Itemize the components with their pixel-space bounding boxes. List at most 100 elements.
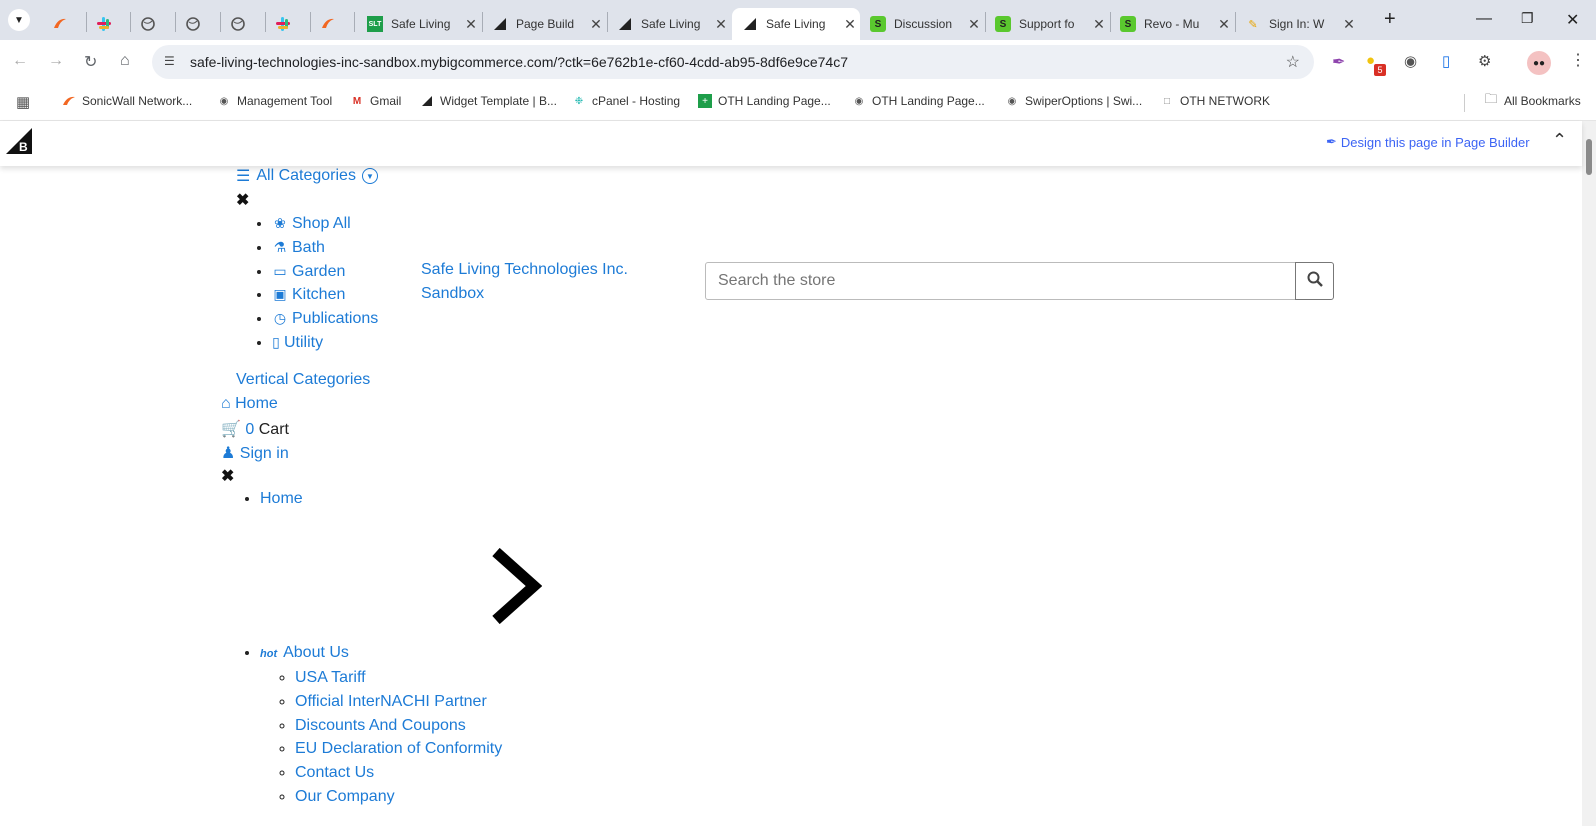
list-item[interactable]: Discounts And Coupons [295,714,502,738]
about-submenu: USA Tariff Official InterNACHI Partner D… [277,666,502,809]
reload-icon[interactable]: ↻ [84,52,97,72]
home-icon[interactable]: ⌂ [120,52,130,70]
tab-14[interactable]: S Revo - Mu ✕ [1110,8,1234,40]
store-name-link[interactable]: Safe Living Technologies Inc. Sandbox [421,258,651,306]
list-item[interactable]: Home [260,487,303,511]
browser-menu-icon[interactable]: ⋮ [1570,50,1586,70]
collapse-chevron-icon[interactable]: ⌃ [1552,130,1567,151]
tab-2[interactable] [86,8,126,40]
all-bookmarks-button[interactable]: 🗀 All Bookmarks [1484,91,1580,108]
list-item[interactable]: Our Company [295,785,502,809]
list-item[interactable]: ⚗Bath [272,236,378,260]
bigcommerce-icon [742,16,758,32]
restore-button[interactable]: ❐ [1521,10,1534,27]
close-icon[interactable]: ✕ [840,16,860,33]
close-icon[interactable]: ✕ [586,16,606,33]
page-scrollbar[interactable] [1582,121,1596,826]
tab-7[interactable] [310,8,350,40]
avatar[interactable]: ●● [1527,51,1551,75]
close-icon[interactable]: ✕ [964,16,984,33]
bookmark-item[interactable]: ◉ OTH Landing Page... [852,94,985,108]
close-icon[interactable]: ✖ [221,466,234,486]
folder-icon: 🗀 [1484,91,1498,106]
close-icon[interactable]: ✕ [711,16,731,33]
extension-feather-icon[interactable]: ✒ [1332,52,1345,72]
about-us-link[interactable]: About Us [283,644,349,661]
vertical-categories-link[interactable]: Vertical Categories [236,371,370,389]
window-close-button[interactable]: ✕ [1566,10,1579,30]
tab-8[interactable]: SLT Safe Living ✕ [357,8,481,40]
list-item[interactable]: Official InterNACHI Partner [295,690,502,714]
globe-icon [185,16,201,32]
phone-extension-icon[interactable]: ▯ [1442,52,1450,70]
tab-15[interactable]: ✎ Sign In: W ✕ [1235,8,1359,40]
scrollbar-thumb[interactable] [1586,139,1592,175]
bookmark-item[interactable]: SonicWall Network... [62,94,192,108]
cutlery-icon: ⚗ [273,238,287,255]
apps-grid-icon[interactable]: ▦ [16,93,30,111]
chevron-right-icon[interactable] [490,547,543,629]
green-s-icon: S [995,16,1011,32]
list-item[interactable]: ▭Garden [272,260,378,284]
close-icon[interactable]: ✕ [1339,16,1359,33]
list-item[interactable]: hot About Us USA Tariff Official InterNAC… [260,641,502,809]
list-item[interactable]: Contact Us [295,761,502,785]
bigcommerce-logo-icon[interactable]: B [4,126,34,161]
forward-icon[interactable]: → [48,52,64,70]
bookmark-item[interactable]: ◉ SwiperOptions | Swi... [1005,94,1143,108]
list-item[interactable]: ◷Publications [272,307,378,331]
search-input[interactable] [706,263,1295,299]
close-icon[interactable]: ✖ [236,190,249,210]
list-item[interactable]: EU Declaration of Conformity [295,737,502,761]
tab-1[interactable] [42,8,82,40]
home-link[interactable]: ⌂ Home [221,395,278,413]
tab-3[interactable] [130,8,170,40]
sign-in-link[interactable]: ♟ Sign in [221,443,289,463]
list-item[interactable]: ▯Utility [272,331,378,355]
green-s-icon: S [1120,16,1136,32]
list-item[interactable]: USA Tariff [295,666,502,690]
close-icon[interactable]: ✕ [1089,16,1109,33]
store-page: ☰ All Categories ▼ ✖ ❀Shop All ⚗Bath ▭Ga… [0,166,1582,826]
tab-10[interactable]: Safe Living ✕ [607,8,731,40]
leaf-icon: ❀ [274,215,286,231]
bookmark-item[interactable]: + OTH Landing Page... [698,94,831,108]
tab-9[interactable]: Page Build ✕ [482,8,606,40]
close-icon[interactable]: ✕ [461,16,481,33]
tab-12[interactable]: S Discussion ✕ [860,8,984,40]
tab-separator [354,12,355,32]
design-page-link[interactable]: ✒ Design this page in Page Builder [1326,134,1530,150]
tab-4[interactable] [175,8,215,40]
all-categories-toggle[interactable]: ☰ All Categories ▼ [236,166,378,186]
new-tab-button[interactable]: + [1384,8,1396,31]
grammarly-icon[interactable]: ◉ [1404,52,1417,70]
tab-6[interactable] [265,8,305,40]
globe-icon: ◉ [219,95,229,107]
tab-strip: ▼ SLT Safe Living ✕ Page Build ✕ Safe Livin… [0,0,1596,40]
tab-13[interactable]: S Support fo ✕ [985,8,1109,40]
bookmark-star-icon[interactable]: ☆ [1286,52,1300,72]
list-item[interactable]: ▣Kitchen [272,283,378,307]
tab-11-active[interactable]: Safe Living ✕ [732,8,860,40]
slack-icon [275,16,291,32]
close-icon[interactable]: ✕ [1214,16,1234,33]
minimize-button[interactable]: — [1476,10,1492,28]
search-button[interactable] [1295,262,1334,300]
url-text[interactable]: safe-living-technologies-inc-sandbox.myb… [190,54,848,70]
address-bar[interactable]: ☰ safe-living-technologies-inc-sandbox.m… [152,45,1314,79]
user-icon: ♟ [221,445,236,462]
extensions-puzzle-icon[interactable]: ⚙ [1478,52,1491,70]
bookmark-item[interactable]: ❉ cPanel - Hosting [572,94,680,108]
cart-link[interactable]: 🛒 0 Cart [221,419,289,439]
list-item[interactable]: ❀Shop All [272,212,378,236]
site-info-icon[interactable]: ☰ [164,54,175,68]
bookmark-item[interactable]: M Gmail [350,94,402,108]
bookmark-item[interactable]: Widget Template | B... [420,94,557,108]
bookmark-item[interactable]: ◉ Management Tool [217,94,333,108]
tab-5[interactable] [220,8,260,40]
cart-label: Cart [258,421,289,438]
slack-icon [96,16,112,32]
tab-search-dropdown[interactable]: ▼ [8,9,30,31]
back-icon[interactable]: ← [12,52,28,70]
bookmark-item[interactable]: □ OTH NETWORK [1160,94,1270,108]
